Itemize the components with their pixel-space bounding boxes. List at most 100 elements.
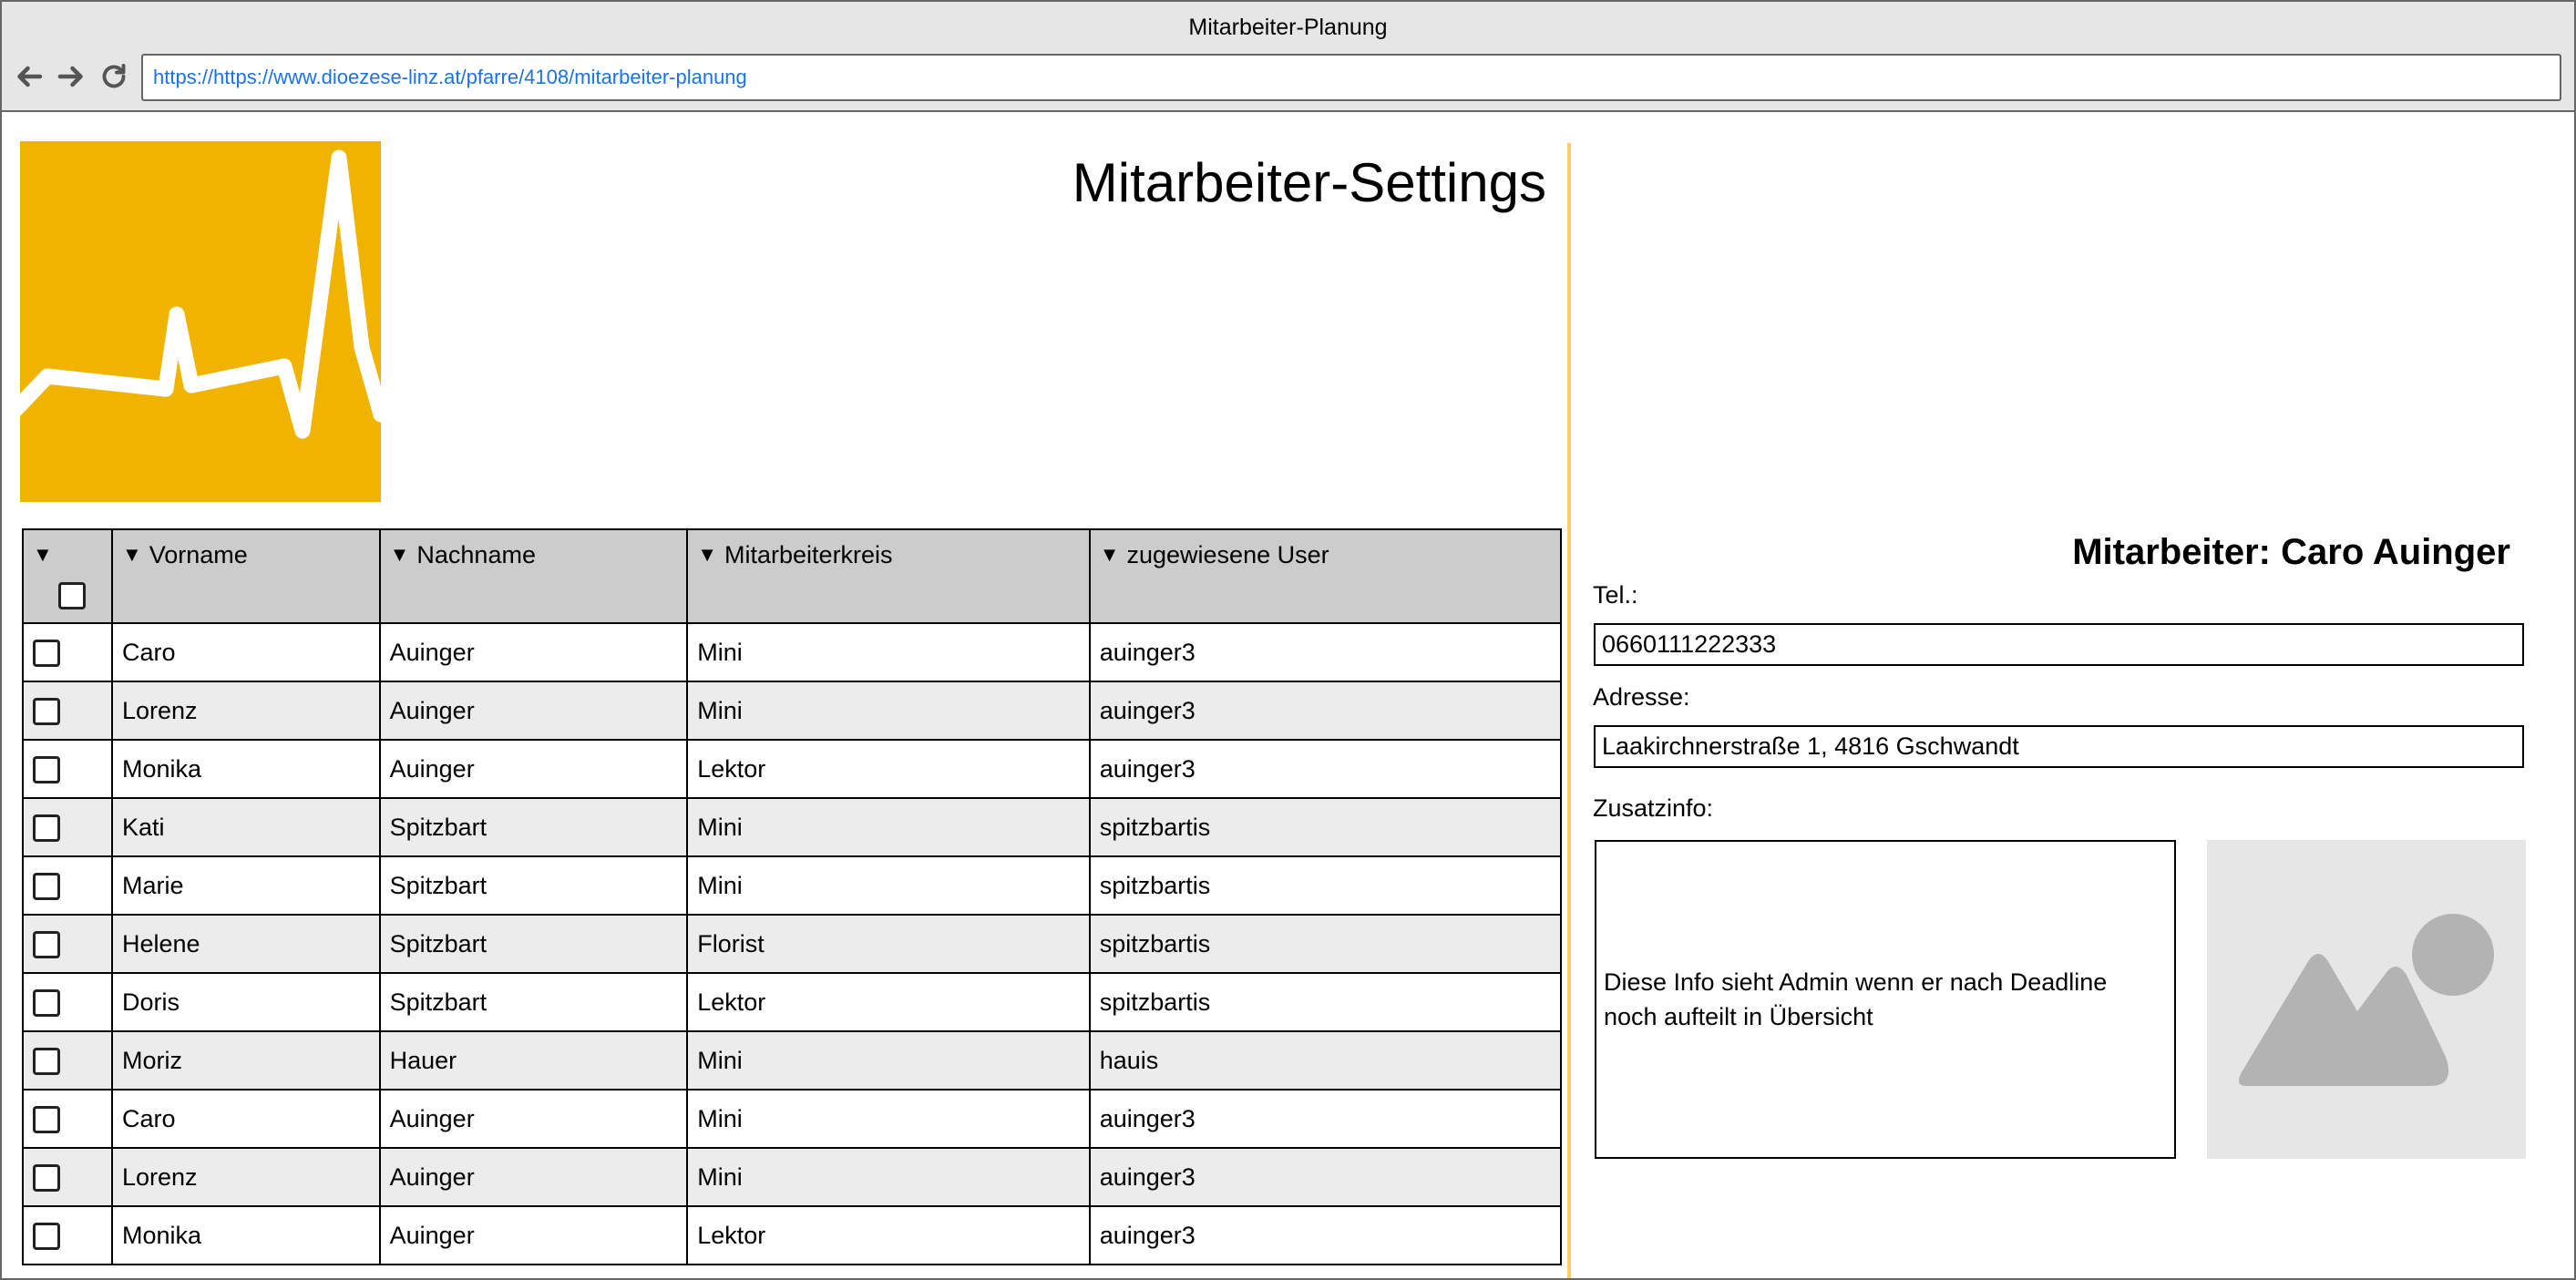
cell-mitarbeiterkreis: Lektor <box>686 1205 1091 1265</box>
back-button[interactable] <box>11 58 47 95</box>
table-row[interactable]: Doris Spitzbart Lektor spitzbartis <box>22 972 1563 1032</box>
cell-mitarbeiterkreis: Mini <box>686 622 1091 682</box>
row-checkbox[interactable] <box>33 930 60 958</box>
cell-vorname: Monika <box>110 1205 381 1265</box>
cell-vorname: Doris <box>110 972 381 1032</box>
table-row[interactable]: Caro Auinger Mini auinger3 <box>22 622 1563 682</box>
column-header-label: zugewiesene User <box>1126 541 1329 568</box>
row-checkbox[interactable] <box>33 755 60 783</box>
table-row[interactable]: Helene Spitzbart Florist spitzbartis <box>22 914 1563 974</box>
url-bar[interactable]: https://https://www.dioezese-linz.at/pfa… <box>141 54 2561 101</box>
reload-icon <box>102 64 126 88</box>
cell-vorname: Caro <box>110 1089 381 1149</box>
table-row[interactable]: Moriz Hauer Mini hauis <box>22 1030 1563 1091</box>
cell-user: auinger3 <box>1088 681 1563 741</box>
table-row[interactable]: Monika Auinger Lektor auinger3 <box>22 739 1563 799</box>
cell-user: spitzbartis <box>1088 855 1563 916</box>
cell-nachname: Hauer <box>378 1030 689 1091</box>
browser-titlebar: Mitarbeiter-Planung https://https://www.… <box>2 2 2574 112</box>
cell-mitarbeiterkreis: Mini <box>686 1089 1091 1149</box>
cell-mitarbeiterkreis: Mini <box>686 1147 1091 1207</box>
table-header-row: ▼ ▼ Vorname ▼ Nachname ▼ Mitarbeiterkreis ▼… <box>22 528 1563 624</box>
row-checkbox[interactable] <box>33 639 60 667</box>
cell-user: auinger3 <box>1088 1205 1563 1265</box>
cell-nachname: Spitzbart <box>378 797 689 857</box>
staff-table: ▼ ▼ Vorname ▼ Nachname ▼ Mitarbeiterkreis ▼… <box>22 528 1563 1265</box>
cell-vorname: Lorenz <box>110 681 381 741</box>
sort-caret-icon: ▼ <box>389 543 410 566</box>
cell-vorname: Caro <box>110 622 381 682</box>
select-all-header: ▼ <box>22 528 113 624</box>
cell-nachname: Spitzbart <box>378 855 689 916</box>
row-checkbox[interactable] <box>33 814 60 842</box>
table-row[interactable]: Lorenz Auinger Mini auinger3 <box>22 1147 1563 1207</box>
cell-user: hauis <box>1088 1030 1563 1091</box>
column-header-label: Mitarbeiterkreis <box>724 541 893 568</box>
row-checkbox[interactable] <box>33 988 60 1017</box>
cell-mitarbeiterkreis: Florist <box>686 914 1091 974</box>
table-row[interactable]: Lorenz Auinger Mini auinger3 <box>22 681 1563 741</box>
info-textarea[interactable]: Diese Info sieht Admin wenn er nach Dead… <box>1595 840 2176 1159</box>
forward-button[interactable] <box>53 58 89 95</box>
table-row[interactable]: Monika Auinger Lektor auinger3 <box>22 1205 1563 1265</box>
row-checkbox[interactable] <box>33 1163 60 1192</box>
sort-caret-icon: ▼ <box>121 543 142 566</box>
cell-vorname: Helene <box>110 914 381 974</box>
cell-nachname: Auinger <box>378 739 689 799</box>
cell-mitarbeiterkreis: Lektor <box>686 972 1091 1032</box>
sort-caret-icon[interactable]: ▼ <box>33 543 53 566</box>
cell-nachname: Spitzbart <box>378 972 689 1032</box>
image-placeholder-icon <box>2207 840 2526 1159</box>
cell-user: spitzbartis <box>1088 797 1563 857</box>
select-all-checkbox[interactable] <box>58 581 86 609</box>
window-title: Mitarbeiter-Planung <box>1188 15 1388 40</box>
arrow-right-icon <box>57 66 83 87</box>
column-header-zugewiesene-user[interactable]: ▼ zugewiesene User <box>1088 528 1563 624</box>
cell-nachname: Auinger <box>378 1205 689 1265</box>
row-checkbox[interactable] <box>33 872 60 900</box>
cell-mitarbeiterkreis: Lektor <box>686 739 1091 799</box>
row-checkbox[interactable] <box>33 1047 60 1075</box>
cell-vorname: Lorenz <box>110 1147 381 1207</box>
cell-nachname: Auinger <box>378 622 689 682</box>
cell-user: auinger3 <box>1088 1147 1563 1207</box>
page-title: Mitarbeiter-Settings <box>1072 152 1546 213</box>
column-header-vorname[interactable]: ▼ Vorname <box>110 528 381 624</box>
cell-user: auinger3 <box>1088 739 1563 799</box>
info-text: Diese Info sieht Admin wenn er nach Dead… <box>1604 968 2108 1030</box>
table-row[interactable]: Caro Auinger Mini auinger3 <box>22 1089 1563 1149</box>
row-checkbox[interactable] <box>33 697 60 725</box>
cell-vorname: Moriz <box>110 1030 381 1091</box>
column-header-nachname[interactable]: ▼ Nachname <box>378 528 689 624</box>
browser-window: Mitarbeiter-Planung https://https://www.… <box>0 0 2576 1280</box>
tel-label: Tel.: <box>1593 581 1638 609</box>
column-header-label: Nachname <box>416 541 536 568</box>
table-row[interactable]: Kati Spitzbart Mini spitzbartis <box>22 797 1563 857</box>
column-header-mitarbeiterkreis[interactable]: ▼ Mitarbeiterkreis <box>686 528 1091 624</box>
cell-user: spitzbartis <box>1088 914 1563 974</box>
row-checkbox[interactable] <box>33 1105 60 1133</box>
column-header-label: Vorname <box>149 541 248 568</box>
cell-user: spitzbartis <box>1088 972 1563 1032</box>
tel-field[interactable]: 0660111222333 <box>1594 623 2524 666</box>
cell-nachname: Auinger <box>378 1089 689 1149</box>
info-label: Zusatzinfo: <box>1593 794 1714 822</box>
cell-nachname: Auinger <box>378 681 689 741</box>
table-row[interactable]: Marie Spitzbart Mini spitzbartis <box>22 855 1563 916</box>
cell-user: auinger3 <box>1088 622 1563 682</box>
row-checkbox[interactable] <box>33 1222 60 1250</box>
cell-vorname: Monika <box>110 739 381 799</box>
address-field[interactable]: Laakirchnerstraße 1, 4816 Gschwandt <box>1594 725 2524 768</box>
arrow-left-icon <box>17 66 43 87</box>
cell-mitarbeiterkreis: Mini <box>686 855 1091 916</box>
cell-mitarbeiterkreis: Mini <box>686 681 1091 741</box>
cell-vorname: Kati <box>110 797 381 857</box>
cell-nachname: Spitzbart <box>378 914 689 974</box>
cell-mitarbeiterkreis: Mini <box>686 1030 1091 1091</box>
panel-divider <box>1567 143 1571 1278</box>
sort-caret-icon: ▼ <box>697 543 718 566</box>
cell-mitarbeiterkreis: Mini <box>686 797 1091 857</box>
address-label: Adresse: <box>1593 683 1690 711</box>
reload-button[interactable] <box>96 58 132 95</box>
sort-caret-icon: ▼ <box>1099 543 1120 566</box>
